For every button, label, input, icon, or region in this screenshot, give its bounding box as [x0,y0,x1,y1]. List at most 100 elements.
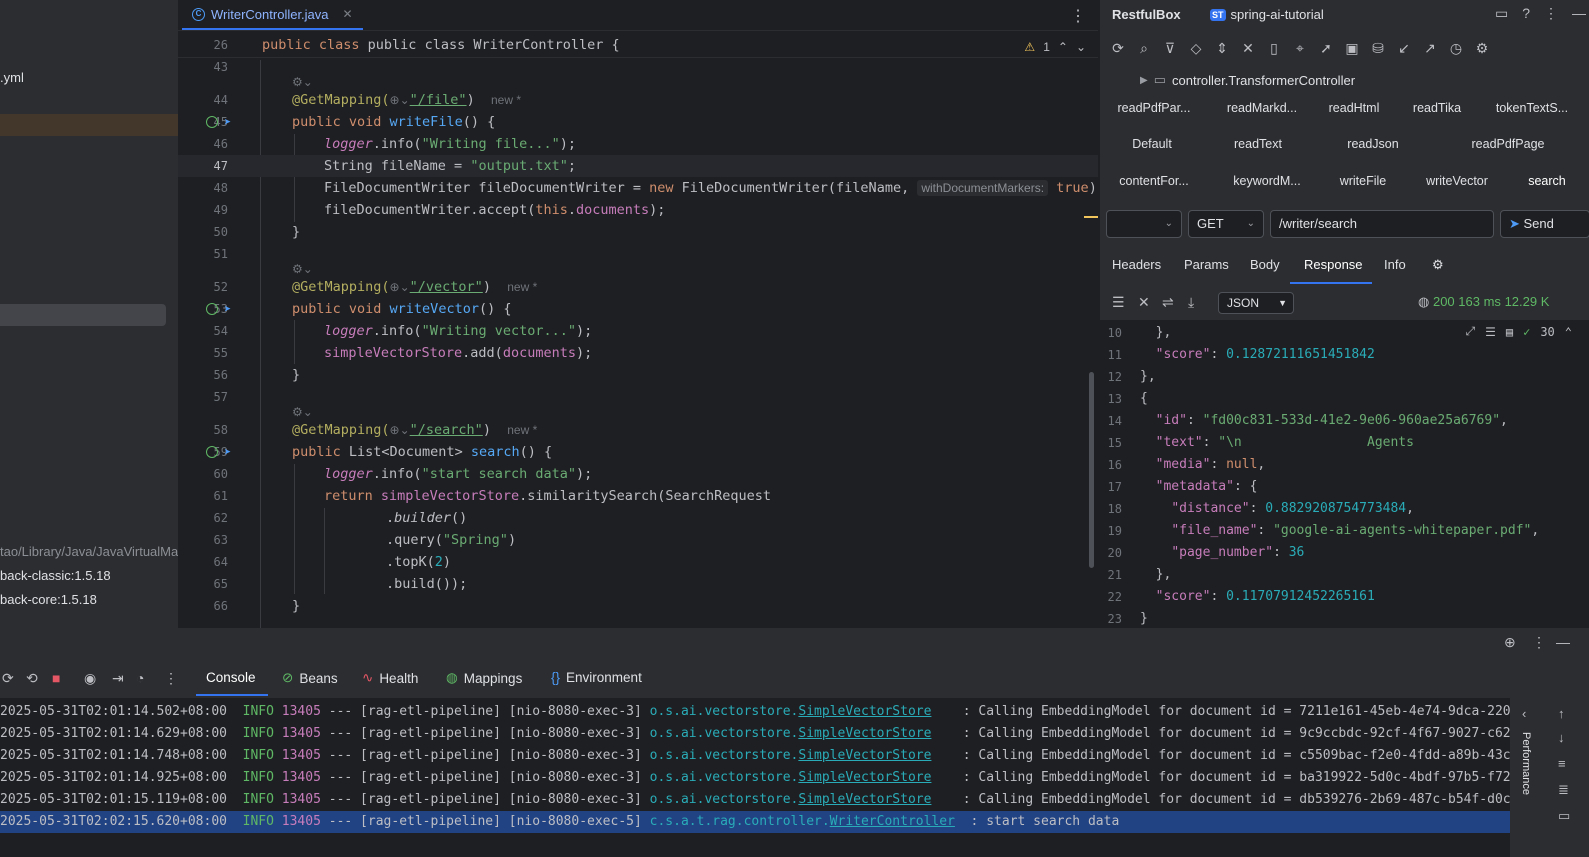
code-editor[interactable]: C WriterController.java ✕ ⋮ 26 public cl… [178,0,1098,628]
endpoint-tag[interactable]: writeVector [1422,170,1492,192]
more-vertical-icon[interactable]: ⋮ [1544,5,1558,22]
project-tree-selection[interactable] [0,304,166,326]
align-icon[interactable]: ≣ [1558,782,1569,798]
wrap-icon[interactable]: ≡ [1558,756,1566,771]
editor-tab[interactable]: C WriterController.java ✕ [182,0,363,30]
line-number: 56 [213,368,228,382]
tab-mappings[interactable]: ◍ Mappings [446,670,522,686]
project-tree-item[interactable]: tao/Library/Java/JavaVirtualMa [0,541,178,563]
restart-icon[interactable]: ⟲ [26,670,38,687]
tab-console[interactable]: Console [206,670,256,685]
exit-icon[interactable]: ⇥ [112,670,124,687]
editor-scrollbar[interactable] [1089,372,1094,568]
sticky-header[interactable]: 26 public class public class WriterContr… [178,35,1098,58]
print-icon[interactable]: ▭ [1558,808,1570,824]
endpoint-tag[interactable]: readMarkd... [1222,97,1302,119]
download-icon[interactable]: ⤓ [1188,294,1194,311]
target-icon[interactable]: ⊕ [1504,634,1516,651]
json-response-viewer[interactable]: ⤢ ☰ ▤ ✓ 30 ⌃ 10 }, 11 "score": 0.12872111… [1100,320,1589,628]
performance-label[interactable]: Performance [1520,732,1532,795]
environment-select[interactable]: ⌄ [1106,210,1182,238]
pointer-icon[interactable]: ➚ [1318,40,1334,57]
endpoint-tag[interactable]: readPdfPage [1468,133,1548,155]
settings-icon[interactable]: ⚙ [1474,40,1490,57]
send-button[interactable]: ➤ Send [1500,210,1589,238]
window-icon[interactable]: ▣ [1344,40,1360,57]
spring-bean-icon[interactable] [206,303,218,315]
spring-bean-icon[interactable] [206,116,218,128]
help-icon[interactable]: ? [1522,5,1530,22]
list-icon[interactable]: ☰ [1112,294,1125,311]
history-icon[interactable]: ◷ [1448,40,1464,57]
refresh-icon[interactable]: ⟳ [1110,40,1126,57]
layout-icon[interactable]: ▯ [1266,40,1282,57]
chevron-left-icon[interactable]: ‹ [1522,706,1526,721]
chevron-down-icon[interactable]: ⌄ [1076,40,1086,54]
filter-icon[interactable]: ⊽ [1162,40,1178,57]
gear-icon[interactable]: ⚙ [1432,257,1444,273]
send-request-icon[interactable]: ➤ [224,298,231,320]
project-selector[interactable]: ST spring-ai-tutorial [1210,7,1324,22]
expand-icon[interactable]: ⇕ [1214,40,1230,57]
tag-icon[interactable]: ◇ [1188,40,1204,57]
wrap-icon[interactable]: ⇌ [1162,294,1174,311]
endpoint-tag[interactable]: readPdfPar... [1116,97,1192,119]
endpoint-tag[interactable]: readHtml [1326,97,1382,119]
tab-params[interactable]: Params [1184,257,1229,272]
collapse-icon[interactable]: ✕ [1240,40,1256,57]
send-request-icon[interactable]: ➤ [224,111,231,133]
tab-beans[interactable]: ⊘ Beans [282,670,338,686]
method-select[interactable]: GET ⌄ [1188,210,1264,238]
collapse-icon[interactable]: ✕ [1138,294,1150,311]
folder-icon[interactable]: ▭ [1495,5,1508,22]
import-icon[interactable]: ↙ [1396,40,1412,57]
tab-headers[interactable]: Headers [1112,257,1161,272]
minimize-icon[interactable]: — [1556,634,1570,650]
format-value: JSON [1227,296,1260,310]
spring-bean-icon[interactable] [206,446,218,458]
endpoint-tag-active[interactable]: search [1520,170,1574,192]
endpoint-tag[interactable]: keywordM... [1228,170,1306,192]
controller-tree-node[interactable]: ▶ ▭ controller.TransformerController [1140,72,1355,88]
line-number: 61 [213,489,228,503]
dashboard-icon[interactable]: ◔ [136,670,144,686]
tab-label: Health [379,670,419,686]
stop-icon[interactable]: ■ [52,670,60,686]
rerun-icon[interactable]: ⟳ [2,670,14,687]
search-icon[interactable]: ⌕ [1136,40,1152,57]
endpoint-tag[interactable]: tokenTextS... [1492,97,1572,119]
project-tree-item[interactable]: back-core:1.5.18 [0,589,97,611]
tab-info[interactable]: Info [1384,257,1406,272]
project-tree-item[interactable]: .yml [0,67,24,89]
close-icon[interactable]: ✕ [343,7,353,21]
tab-environment[interactable]: {} Environment [551,670,642,685]
locate-icon[interactable]: ⌖ [1292,40,1308,57]
chevron-up-icon[interactable]: ⌃ [1058,40,1068,54]
tab-response[interactable]: Response [1304,257,1363,272]
arrow-down-icon[interactable]: ↓ [1558,730,1565,745]
inspection-widget[interactable]: ⚠ 1 ⌃ ⌄ [1024,40,1086,54]
endpoint-tag[interactable]: contentFor... [1116,170,1192,192]
database-icon[interactable]: ⛁ [1370,40,1386,57]
export-icon[interactable]: ↗ [1422,40,1438,57]
tab-health[interactable]: ∿ Health [362,670,418,686]
format-select[interactable]: JSON ▼ [1218,292,1294,314]
console-output[interactable]: 2025-05-31T02:01:14.502+08:00 INFO 13405… [0,698,1510,857]
endpoint-tag[interactable]: writeFile [1336,170,1390,192]
more-vertical-icon[interactable]: ⋮ [164,670,178,687]
endpoint-tag[interactable]: readTika [1410,97,1464,119]
endpoint-tag[interactable]: readText [1230,133,1286,155]
camera-icon[interactable]: ◉ [84,670,96,687]
minimize-icon[interactable]: — [1572,5,1586,22]
endpoint-tag[interactable]: readJson [1344,133,1402,155]
warning-marker[interactable] [1084,216,1098,218]
tab-body[interactable]: Body [1250,257,1280,272]
arrow-up-icon[interactable]: ↑ [1558,706,1565,721]
endpoint-tag[interactable]: Default [1126,133,1178,155]
chevron-right-icon[interactable]: ▶ [1140,75,1148,86]
more-vertical-icon[interactable]: ⋮ [1070,6,1086,26]
url-input[interactable]: /writer/search [1270,210,1494,238]
more-vertical-icon[interactable]: ⋮ [1532,634,1546,651]
project-tree-item[interactable]: back-classic:1.5.18 [0,565,111,587]
send-request-icon[interactable]: ➤ [224,441,231,463]
